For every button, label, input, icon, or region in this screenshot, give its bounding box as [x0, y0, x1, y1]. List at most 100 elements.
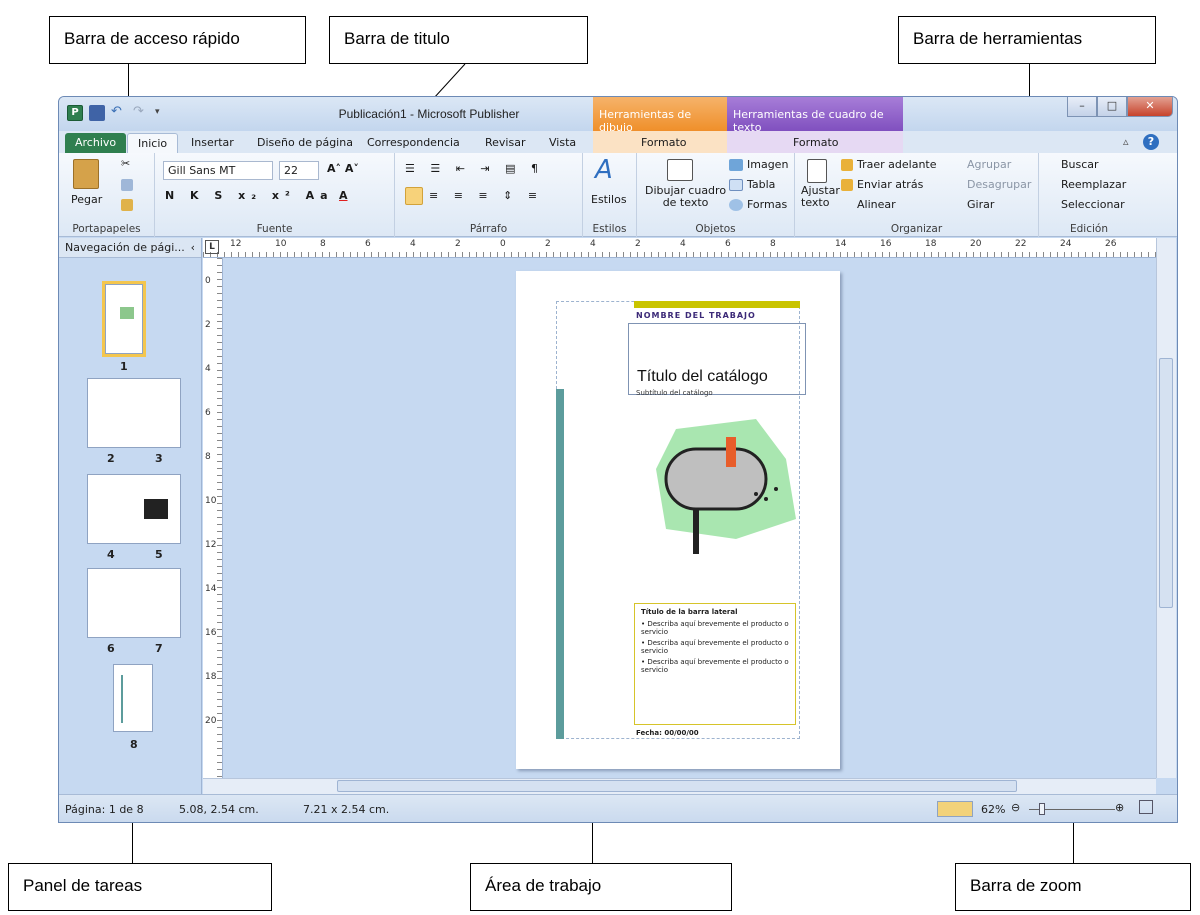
publication-page[interactable]: NOMBRE DEL TRABAJO Título del catálogo S… — [516, 271, 840, 769]
ruler-label: 0 — [205, 276, 211, 286]
rotate-button[interactable]: Girar — [967, 198, 994, 211]
collapse-pane-icon[interactable]: ‹ — [191, 241, 195, 254]
redo-icon[interactable]: ↷ — [133, 105, 149, 121]
select-button[interactable]: Seleccionar — [1061, 198, 1125, 211]
save-icon[interactable] — [89, 105, 105, 121]
page-thumbnail-6-7[interactable] — [87, 568, 181, 638]
page-thumbnail-1[interactable] — [102, 281, 146, 357]
align-objects-button[interactable]: Alinear — [857, 198, 896, 211]
shapes-icon[interactable] — [729, 199, 743, 211]
ruler-label: 8 — [205, 452, 211, 462]
styles-icon[interactable]: A — [595, 155, 613, 185]
nav-pane-title: Navegación de pági... — [65, 241, 185, 254]
tab-review[interactable]: Revisar — [475, 133, 535, 153]
scroll-thumb[interactable] — [1159, 358, 1173, 608]
tab-view[interactable]: Vista — [539, 133, 586, 153]
page-number-6: 6 — [107, 642, 115, 655]
ruler-label: 10 — [205, 496, 217, 506]
scroll-thumb[interactable] — [337, 780, 1017, 792]
work-area[interactable]: NOMBRE DEL TRABAJO Título del catálogo S… — [224, 259, 1156, 777]
zoom-in-icon[interactable]: ⊕ — [1115, 801, 1124, 814]
horizontal-scrollbar[interactable] — [203, 778, 1156, 794]
vertical-scrollbar[interactable] — [1156, 238, 1176, 778]
page-number-4: 4 — [107, 548, 115, 561]
copy-icon[interactable] — [121, 179, 133, 191]
sidebar-textbox[interactable]: Título de la barra lateral • Describa aq… — [634, 603, 796, 725]
styles-button[interactable]: Estilos — [591, 193, 627, 206]
align-icons[interactable]: ≡ ≡ ≡ ⇕ ≡ — [429, 189, 543, 202]
ruler-label: 6 — [725, 239, 731, 249]
paste-button[interactable]: Pegar — [71, 193, 102, 206]
tab-insert[interactable]: Insertar — [181, 133, 244, 153]
page-thumbnail-4-5[interactable] — [87, 474, 181, 544]
quick-access-toolbar: P ↶ ↷ ▾ — [67, 104, 177, 122]
thumbnail-image — [120, 307, 134, 319]
view-buttons[interactable] — [937, 801, 973, 817]
bring-forward-button[interactable]: Traer adelante — [857, 158, 937, 171]
minimize-button[interactable]: – — [1067, 97, 1097, 117]
font-format-icons[interactable]: N K S x₂ x² Aa — [165, 189, 334, 202]
replace-button[interactable]: Reemplazar — [1061, 178, 1126, 191]
title-textbox[interactable]: Título del catálogo — [628, 323, 806, 395]
tab-mailings[interactable]: Correspondencia — [357, 133, 470, 153]
ruler-label: 20 — [970, 239, 982, 249]
ruler-tab-selector[interactable]: L — [205, 240, 219, 254]
font-name-box[interactable]: Gill Sans MT — [163, 161, 273, 180]
send-backward-icon[interactable] — [841, 179, 853, 191]
tab-file[interactable]: Archivo — [65, 133, 127, 153]
ruler-label: 6 — [205, 408, 211, 418]
help-icon[interactable]: ? — [1143, 134, 1159, 150]
horizontal-ruler[interactable]: L 12 10 8 6 4 2 0 2 4 2 4 6 8 14 16 18 2… — [203, 238, 1157, 258]
tab-page-design[interactable]: Diseño de página — [247, 133, 363, 153]
page-thumbnail-2-3[interactable] — [87, 378, 181, 448]
group-button[interactable]: Agrupar — [967, 158, 1011, 171]
catalog-subtitle[interactable]: Subtítulo del catálogo — [636, 389, 713, 397]
image-icon[interactable] — [729, 159, 743, 171]
ruler-label: 2 — [455, 239, 461, 249]
close-button[interactable]: ✕ — [1127, 97, 1173, 117]
tab-format-drawing[interactable]: Formato — [631, 133, 697, 153]
minimize-ribbon-icon[interactable]: ▵ — [1123, 135, 1129, 148]
table-icon[interactable] — [729, 179, 743, 191]
date-text[interactable]: Fecha: 00/00/00 — [636, 729, 699, 737]
format-painter-icon[interactable] — [121, 199, 133, 211]
tab-format-textbox[interactable]: Formato — [783, 133, 849, 153]
zoom-out-icon[interactable]: ⊖ — [1011, 801, 1020, 814]
grow-font-icon[interactable]: A˄ A˅ — [327, 162, 359, 175]
page-thumbnail-8[interactable] — [113, 664, 153, 732]
page-number-1: 1 — [120, 360, 128, 373]
sidebar-bullet-text: Describa aquí brevemente el producto o s… — [641, 658, 789, 674]
mailbox-clipart[interactable] — [636, 419, 800, 559]
list-icons[interactable]: ☰ ☰ ⇤ ⇥ ▤ ¶ — [405, 162, 544, 175]
font-color-icon[interactable]: A — [339, 189, 348, 202]
tab-home[interactable]: Inicio — [127, 133, 179, 153]
publisher-window: P ↶ ↷ ▾ Publicación1 - Microsoft Publish… — [58, 96, 1178, 823]
vertical-ruler[interactable]: 0 2 4 6 8 10 12 14 16 18 20 — [203, 258, 223, 778]
ruler-label: 10 — [275, 239, 287, 249]
customize-qat-icon[interactable]: ▾ — [155, 105, 171, 121]
wrap-text-button[interactable]: Ajustar texto — [801, 185, 840, 209]
send-backward-button[interactable]: Enviar atrás — [857, 178, 923, 191]
align-left-icon[interactable] — [405, 187, 423, 205]
font-size-box[interactable]: 22 — [279, 161, 319, 180]
zoom-slider-thumb[interactable] — [1039, 803, 1045, 815]
image-button[interactable]: Imagen — [747, 158, 788, 171]
textbox-icon[interactable] — [667, 159, 693, 181]
bring-forward-icon[interactable] — [841, 159, 853, 171]
table-button[interactable]: Tabla — [747, 178, 775, 191]
ruler-label: 14 — [835, 239, 847, 249]
status-page[interactable]: Página: 1 de 8 — [65, 803, 144, 816]
status-position: 5.08, 2.54 cm. — [179, 803, 259, 816]
maximize-button[interactable]: □ — [1097, 97, 1127, 117]
fit-page-icon[interactable] — [1139, 800, 1153, 814]
wrap-text-icon[interactable] — [807, 159, 827, 183]
draw-textbox-button[interactable]: Dibujar cuadro de texto — [645, 185, 726, 209]
undo-icon[interactable]: ↶ — [111, 105, 127, 121]
ungroup-button[interactable]: Desagrupar — [967, 178, 1031, 191]
job-name-text[interactable]: NOMBRE DEL TRABAJO — [636, 311, 756, 320]
zoom-level[interactable]: 62% — [981, 803, 1005, 816]
shapes-button[interactable]: Formas — [747, 198, 787, 211]
paste-icon[interactable] — [73, 159, 99, 189]
cut-icon[interactable]: ✂ — [121, 157, 130, 170]
find-button[interactable]: Buscar — [1061, 158, 1099, 171]
